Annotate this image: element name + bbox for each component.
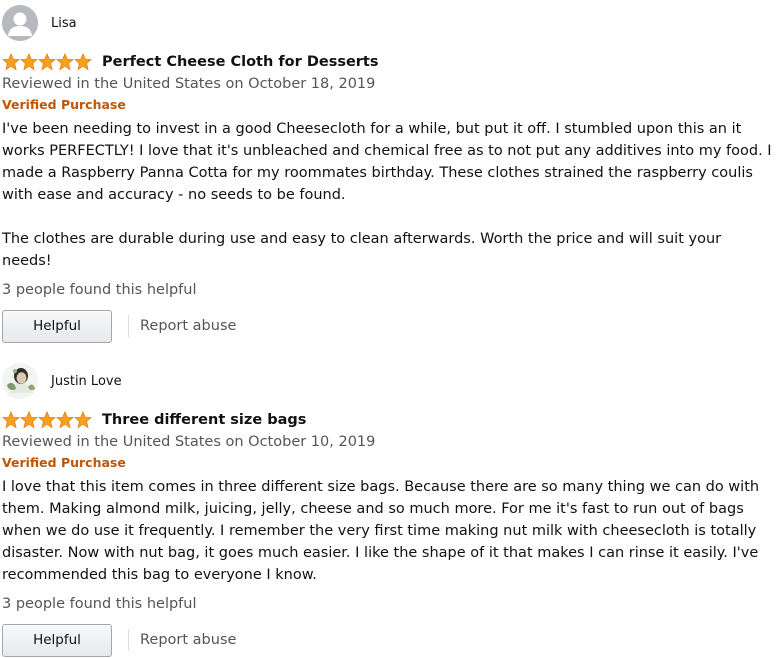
divider — [128, 629, 129, 651]
report-abuse-link[interactable]: Report abuse — [140, 632, 236, 648]
star-icon — [56, 53, 74, 71]
star-icon — [2, 53, 20, 71]
review-date: Reviewed in the United States on October… — [2, 434, 376, 450]
star-icon — [74, 411, 92, 429]
star-rating[interactable] — [2, 53, 94, 71]
review: Justin Love Three different size bags Re… — [0, 363, 781, 658]
review-actions: Helpful Report abuse — [2, 308, 781, 344]
star-rating[interactable] — [2, 411, 94, 429]
review-title[interactable]: Three different size bags — [102, 412, 306, 428]
default-avatar-icon — [2, 5, 38, 41]
review-paragraph: The clothes are durable during use and e… — [2, 231, 722, 269]
reviewer-name[interactable]: Justin Love — [51, 374, 122, 389]
reviewer-photo-avatar — [2, 363, 38, 399]
divider — [128, 315, 129, 337]
star-icon — [38, 411, 56, 429]
report-abuse-link[interactable]: Report abuse — [140, 318, 236, 334]
verified-purchase-badge[interactable]: Verified Purchase — [2, 95, 781, 115]
star-icon — [38, 53, 56, 71]
star-icon — [20, 411, 38, 429]
helpful-count: 3 people found this helpful — [2, 282, 197, 298]
reviewer-profile[interactable]: Lisa — [2, 5, 781, 41]
star-icon — [56, 411, 74, 429]
review-title[interactable]: Perfect Cheese Cloth for Desserts — [102, 54, 379, 70]
star-icon — [2, 411, 20, 429]
review-paragraph: I've been needing to invest in a good Ch… — [2, 121, 772, 203]
helpful-button[interactable]: Helpful — [2, 309, 112, 343]
review-body: I've been needing to invest in a good Ch… — [2, 118, 774, 272]
star-icon — [74, 53, 92, 71]
review-body: I love that this item comes in three dif… — [2, 476, 774, 586]
reviewer-profile[interactable]: Justin Love — [2, 363, 781, 399]
star-icon — [20, 53, 38, 71]
reviewer-name[interactable]: Lisa — [51, 16, 77, 31]
review-paragraph: I love that this item comes in three dif… — [2, 479, 760, 583]
helpful-count: 3 people found this helpful — [2, 596, 197, 612]
helpful-button[interactable]: Helpful — [2, 623, 112, 657]
review: Lisa Perfect Cheese Cloth for Desserts R… — [0, 5, 781, 344]
verified-purchase-badge[interactable]: Verified Purchase — [2, 453, 781, 473]
review-date: Reviewed in the United States on October… — [2, 76, 376, 92]
